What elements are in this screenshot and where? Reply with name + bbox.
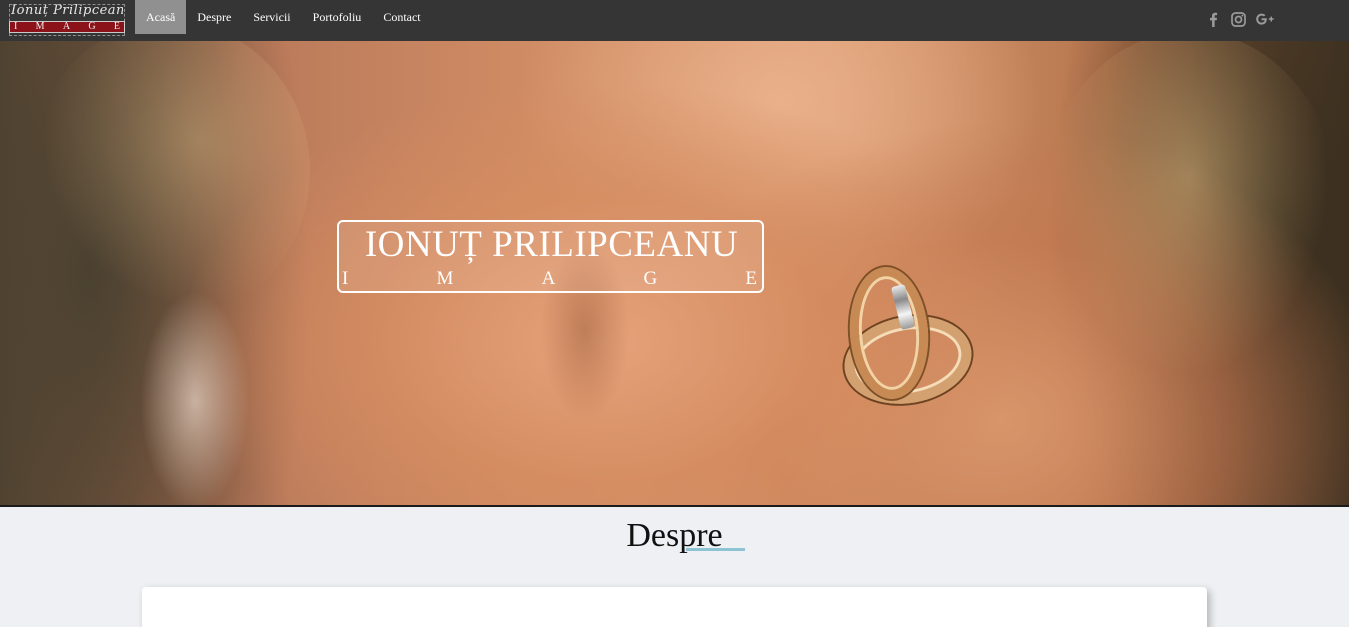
hero-letter: A: [541, 268, 556, 289]
nav-item-despre[interactable]: Despre: [186, 0, 242, 34]
hero-name: IONUȚ PRILIPCEANU: [364, 224, 739, 265]
hero-photo-hair-right: [1040, 41, 1340, 391]
hero-banner: IONUȚ PRILIPCEANU I M A G E: [0, 41, 1349, 505]
title-underline: [686, 548, 745, 551]
logo-frame: [9, 4, 125, 36]
nav-item-acasa[interactable]: Acasă: [135, 0, 187, 34]
hero-letter: M: [436, 268, 454, 289]
nav-item-portofoliu[interactable]: Portofoliu: [302, 0, 373, 34]
section-title-despre: Despre: [626, 517, 723, 554]
hero-letter: I: [342, 268, 349, 289]
hero-image-word: I M A G E: [342, 269, 757, 289]
hero-letter: G: [643, 268, 658, 289]
hero-photo-lace: [140, 291, 250, 505]
top-navbar: Ionuț Prilipceanu I M A G E Acasă Despre…: [0, 0, 1349, 41]
nav-item-contact[interactable]: Contact: [372, 0, 431, 34]
hero-photo-hair-left: [30, 41, 310, 321]
instagram-icon[interactable]: [1230, 11, 1247, 28]
facebook-icon[interactable]: [1205, 11, 1222, 28]
about-card: [142, 587, 1207, 627]
nav-item-servicii[interactable]: Servicii: [242, 0, 301, 34]
hero-letter: E: [745, 268, 757, 289]
hero-title-box: IONUȚ PRILIPCEANU I M A G E: [337, 220, 764, 293]
google-plus-icon[interactable]: [1255, 11, 1277, 28]
social-links: [1205, 11, 1277, 28]
main-nav: Acasă Despre Servicii Portofoliu Contact: [135, 0, 432, 34]
hero-divider: [0, 505, 1349, 507]
site-logo[interactable]: Ionuț Prilipceanu I M A G E: [9, 3, 125, 36]
